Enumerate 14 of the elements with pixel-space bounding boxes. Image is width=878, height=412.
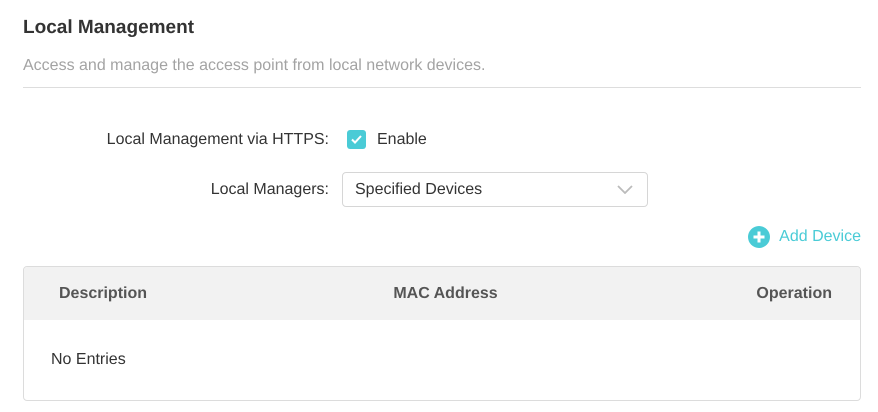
section-description: Access and manage the access point from local network devices. — [23, 56, 861, 88]
checkbox[interactable] — [347, 130, 366, 149]
chevron-down-icon — [617, 185, 633, 194]
column-header: Operation — [755, 284, 832, 302]
empty-message: No Entries — [51, 351, 126, 369]
field-label: Local Management via HTTPS: — [106, 130, 329, 148]
check-icon — [351, 135, 362, 144]
checkbox-label: Enable — [377, 130, 427, 148]
section-title: Local Management — [23, 16, 196, 40]
plus-icon — [748, 226, 770, 248]
managers-dropdown[interactable]: Specified Devices — [342, 172, 648, 207]
column-header: Description — [59, 284, 148, 302]
field-label: Local Managers: — [210, 180, 329, 198]
column-header: MAC Address — [392, 284, 499, 302]
